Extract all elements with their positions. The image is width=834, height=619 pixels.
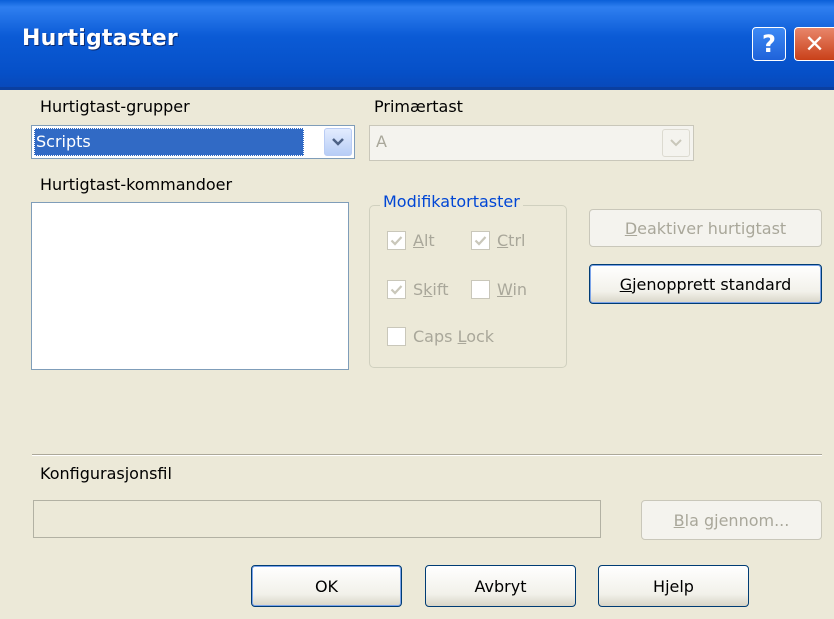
primary-key-label: Primærtast bbox=[374, 97, 463, 116]
ctrl-checkbox[interactable] bbox=[471, 231, 490, 250]
caps-lock-checkbox-label: Caps Lock bbox=[413, 327, 495, 346]
commands-label: Hurtigtast-kommandoer bbox=[40, 175, 233, 194]
chevron-down-icon[interactable] bbox=[324, 128, 352, 156]
browse-button[interactable]: Bla gjennom... bbox=[641, 500, 822, 540]
checkmark-icon bbox=[387, 231, 406, 250]
caps-lock-checkbox-box bbox=[387, 327, 406, 346]
cancel-button[interactable]: Avbryt bbox=[425, 565, 576, 607]
win-checkbox[interactable] bbox=[471, 280, 490, 299]
chevron-down-icon bbox=[662, 129, 690, 157]
primary-key-value: A bbox=[376, 132, 387, 151]
restore-default-button[interactable]: Gjenopprett standard bbox=[589, 264, 822, 304]
win-checkbox-label: Win bbox=[497, 280, 528, 299]
checkmark-icon bbox=[387, 280, 406, 299]
disable-shortcut-button[interactable]: Deaktiver hurtigtast bbox=[589, 209, 822, 247]
modifiers-groupbox-title: Modifikatortaster bbox=[380, 192, 523, 211]
shift-checkbox[interactable] bbox=[387, 280, 406, 299]
alt-checkbox-label: Alt bbox=[413, 231, 435, 250]
window-title: Hurtigtaster bbox=[22, 26, 178, 51]
ctrl-checkbox-label: Ctrl bbox=[497, 231, 526, 250]
close-icon[interactable]: ✕ bbox=[794, 27, 834, 61]
alt-checkbox[interactable] bbox=[387, 231, 406, 250]
config-file-field[interactable] bbox=[33, 500, 601, 538]
groups-combobox[interactable]: Scripts bbox=[31, 125, 355, 159]
separator bbox=[32, 454, 822, 456]
ok-button[interactable]: OK bbox=[251, 565, 402, 607]
config-file-label: Konfigurasjonsfil bbox=[40, 464, 172, 483]
help-button[interactable]: Hjelp bbox=[598, 565, 749, 607]
groups-combobox-value: Scripts bbox=[34, 128, 304, 156]
primary-key-combobox[interactable]: A bbox=[369, 125, 694, 161]
groups-label: Hurtigtast-grupper bbox=[40, 97, 190, 116]
shift-checkbox-label: Skift bbox=[413, 280, 449, 299]
caps-lock-checkbox[interactable] bbox=[387, 327, 406, 346]
checkmark-icon bbox=[471, 231, 490, 250]
help-icon[interactable]: ? bbox=[752, 27, 786, 61]
win-checkbox-box bbox=[471, 280, 490, 299]
commands-list[interactable] bbox=[31, 202, 349, 370]
